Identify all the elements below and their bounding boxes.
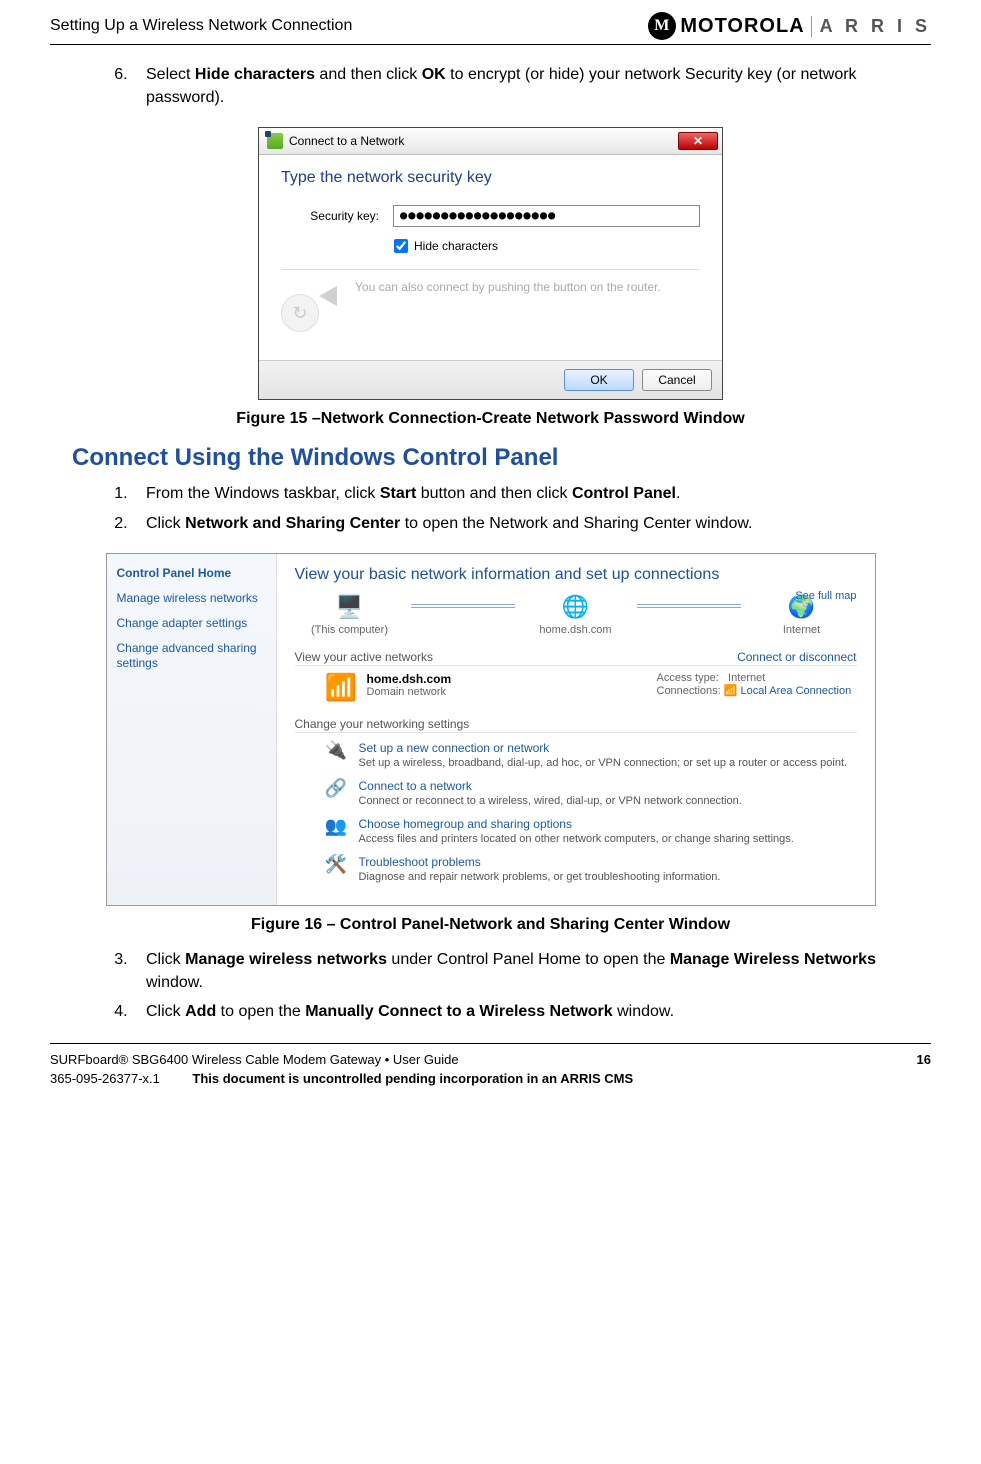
- settings-item[interactable]: 👥 Choose homegroup and sharing options Acc…: [325, 817, 857, 845]
- active-network-row: 📶 home.dsh.com Domain network Access typ…: [325, 672, 857, 703]
- figure-16-caption: Figure 16 – Control Panel-Network and Sh…: [251, 916, 730, 934]
- settings-item-desc: Set up a wireless, broadband, dial-up, a…: [359, 757, 848, 769]
- footer-notice: This document is uncontrolled pending in…: [192, 1071, 633, 1086]
- dialog-titlebar: Connect to a Network ✕: [259, 128, 722, 155]
- network-icon: [267, 133, 283, 149]
- connector-icon: [637, 604, 741, 608]
- settings-item-desc: Connect or reconnect to a wireless, wire…: [359, 795, 742, 807]
- dialog-heading: Type the network security key: [281, 169, 700, 187]
- network-sharing-center-window: Control Panel Home Manage wireless netwo…: [106, 553, 876, 906]
- settings-item-title: Connect to a network: [359, 779, 742, 793]
- sidebar-link-adapter-settings[interactable]: Change adapter settings: [117, 616, 266, 631]
- settings-item-desc: Access files and printers located on oth…: [359, 833, 794, 845]
- panel-heading: View your basic network information and …: [295, 566, 857, 584]
- step-1: From the Windows taskbar, click Start bu…: [132, 482, 909, 505]
- figure-16: Control Panel Home Manage wireless netwo…: [72, 553, 909, 934]
- step-3: Click Manage wireless networks under Con…: [132, 948, 909, 994]
- settings-item-icon: 🛠️: [325, 855, 347, 873]
- ok-button[interactable]: OK: [564, 369, 634, 391]
- settings-item[interactable]: 🔌 Set up a new connection or network Set u…: [325, 741, 857, 769]
- settings-item[interactable]: 🔗 Connect to a network Connect or reconnec…: [325, 779, 857, 807]
- pc-icon: 🖥️: [336, 594, 363, 620]
- cancel-button[interactable]: Cancel: [642, 369, 712, 391]
- step-2: Click Network and Sharing Center to open…: [132, 512, 909, 535]
- dialog-buttons: OK Cancel: [259, 360, 722, 399]
- security-key-label: Security key:: [301, 209, 379, 223]
- step-4: Click Add to open the Manually Connect t…: [132, 1000, 909, 1023]
- hide-characters-label: Hide characters: [414, 239, 498, 253]
- section-heading: Connect Using the Windows Control Panel: [72, 444, 909, 472]
- settings-item-title: Troubleshoot problems: [359, 855, 721, 869]
- page-header: Setting Up a Wireless Network Connection…: [50, 0, 931, 45]
- active-networks-heading: View your active networks Connect or dis…: [295, 650, 857, 666]
- network-name: home.dsh.com: [367, 672, 643, 686]
- signal-icon: 📶: [724, 685, 738, 697]
- connect-network-dialog: Connect to a Network ✕ Type the network …: [258, 127, 723, 400]
- motorola-text: MOTOROLA: [680, 15, 804, 38]
- sidebar-home: Control Panel Home: [117, 566, 266, 581]
- settings-item-icon: 🔌: [325, 741, 347, 759]
- change-settings-heading: Change your networking settings: [295, 717, 857, 733]
- see-full-map-link[interactable]: See full map: [795, 590, 856, 602]
- sidebar-link-advanced-sharing[interactable]: Change advanced sharing settings: [117, 641, 266, 671]
- settings-item-desc: Diagnose and repair network problems, or…: [359, 871, 721, 883]
- network-type: Domain network: [367, 686, 643, 698]
- wps-text: You can also connect by pushing the butt…: [355, 280, 661, 294]
- wps-hint: ↻ You can also connect by pushing the bu…: [281, 280, 700, 332]
- divider: [281, 269, 700, 270]
- network-node-label: home.dsh.com: [539, 624, 611, 636]
- domain-network-icon: 📶: [325, 672, 353, 703]
- figure-15: Connect to a Network ✕ Type the network …: [72, 127, 909, 428]
- sidebar-link-manage-wireless[interactable]: Manage wireless networks: [117, 591, 266, 606]
- hide-characters-checkbox[interactable]: [394, 239, 408, 253]
- arris-logo: A R R I S: [811, 16, 931, 37]
- page-footer: SURFboard® SBG6400 Wireless Cable Modem …: [50, 1043, 931, 1110]
- connector-icon: [411, 604, 515, 608]
- network-map: See full map 🖥️ (This computer) 🌐 home.d…: [295, 594, 857, 636]
- security-key-input[interactable]: ●●●●●●●●●●●●●●●●●●●: [393, 205, 700, 227]
- connect-disconnect-link[interactable]: Connect or disconnect: [737, 650, 856, 664]
- footer-docnum: 365-095-26377-x.1: [50, 1071, 160, 1086]
- network-node-icon: 🌐: [562, 594, 589, 620]
- logos: M MOTOROLA A R R I S: [648, 12, 931, 40]
- footer-product: SURFboard® SBG6400 Wireless Cable Modem …: [50, 1052, 459, 1067]
- settings-item-title: Set up a new connection or network: [359, 741, 848, 755]
- internet-label: Internet: [783, 624, 820, 636]
- step-6: Select Hide characters and then click OK…: [132, 63, 909, 109]
- motorola-logo: M MOTOROLA: [648, 12, 804, 40]
- settings-item-icon: 🔗: [325, 779, 347, 797]
- pc-label: (This computer): [311, 624, 388, 636]
- close-button[interactable]: ✕: [678, 132, 718, 150]
- connection-link[interactable]: Local Area Connection: [741, 685, 852, 697]
- header-title: Setting Up a Wireless Network Connection: [50, 17, 352, 35]
- dialog-title: Connect to a Network: [289, 134, 404, 148]
- motorola-batwing-icon: M: [648, 12, 676, 40]
- wps-router-icon: ↻: [281, 280, 341, 332]
- settings-item[interactable]: 🛠️ Troubleshoot problems Diagnose and repa…: [325, 855, 857, 883]
- settings-item-icon: 👥: [325, 817, 347, 835]
- figure-15-caption: Figure 15 –Network Connection-Create Net…: [236, 410, 744, 428]
- settings-item-title: Choose homegroup and sharing options: [359, 817, 794, 831]
- refresh-icon: ↻: [281, 294, 319, 332]
- control-panel-sidebar: Control Panel Home Manage wireless netwo…: [107, 554, 277, 905]
- page-number: 16: [917, 1052, 931, 1067]
